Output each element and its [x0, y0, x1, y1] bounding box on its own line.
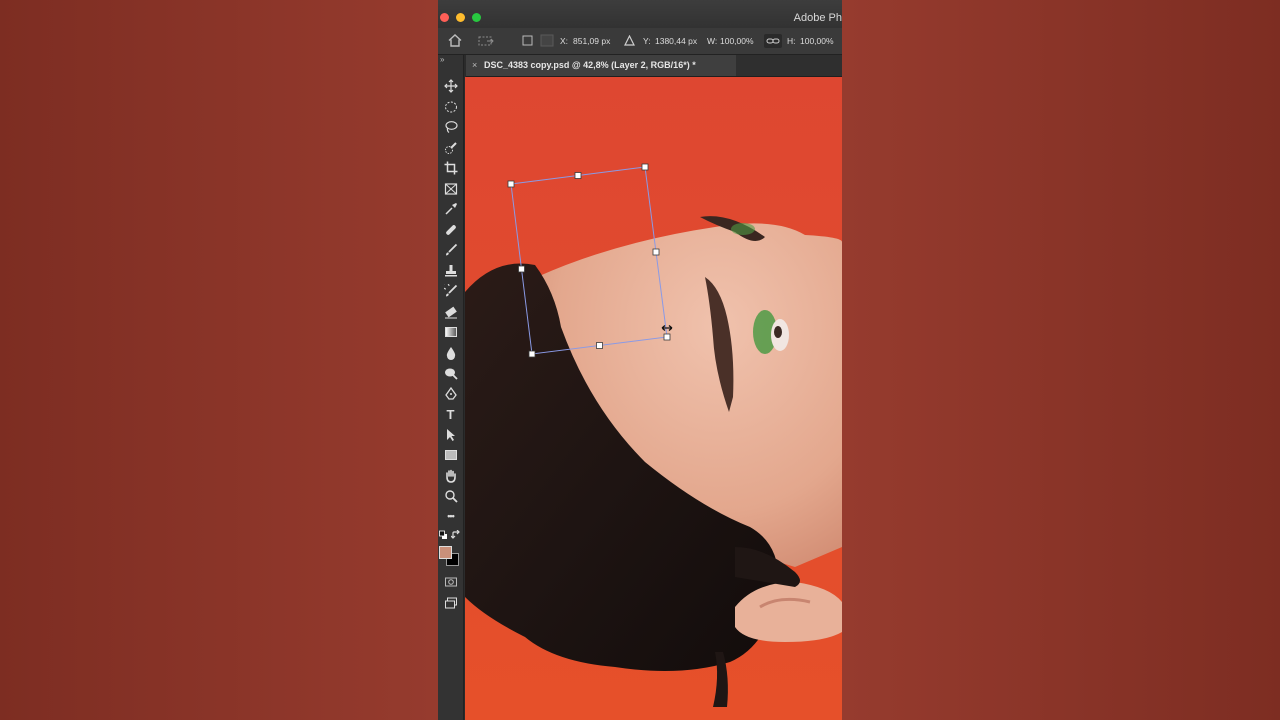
- transform-handle-right[interactable]: [652, 248, 660, 256]
- y-label: Y:: [643, 36, 651, 46]
- height-field[interactable]: 100,00%: [800, 28, 834, 54]
- path-selection-icon[interactable]: [442, 426, 459, 443]
- upper-eyeshadow: [731, 223, 755, 235]
- rectangle-icon[interactable]: [442, 446, 459, 463]
- quick-selection-icon[interactable]: [442, 139, 459, 156]
- screen-mode-icon[interactable]: [442, 594, 459, 611]
- photoshop-window: Adobe Ph X: 851,09 px Y: 1380,44 px W: 1…: [438, 0, 842, 720]
- reference-point-checkbox[interactable]: [522, 35, 533, 46]
- hand-icon[interactable]: [442, 467, 459, 484]
- foreground-color-swatch[interactable]: [439, 546, 452, 559]
- eyedropper-icon[interactable]: [442, 200, 459, 217]
- home-icon[interactable]: [448, 34, 462, 47]
- title-bar: Adobe Ph: [438, 0, 842, 28]
- document-tab-bar: × DSC_4383 copy.psd @ 42,8% (Layer 2, RG…: [466, 55, 842, 77]
- transform-handle-top-left[interactable]: [507, 180, 515, 188]
- transform-tool-icon[interactable]: [478, 35, 494, 47]
- transform-handle-left[interactable]: [518, 265, 525, 273]
- toolbar-grip[interactable]: »: [440, 55, 444, 64]
- blur-icon[interactable]: [442, 344, 459, 361]
- frame-icon[interactable]: [442, 180, 459, 197]
- move-icon[interactable]: [442, 77, 459, 94]
- document-canvas[interactable]: [465, 77, 842, 720]
- relative-position-delta-icon[interactable]: [624, 35, 635, 46]
- x-position-field[interactable]: 851,09 px: [573, 28, 610, 54]
- lasso-icon[interactable]: [442, 118, 459, 135]
- crop-icon[interactable]: [442, 159, 459, 176]
- type-icon[interactable]: T: [442, 406, 459, 423]
- swap-colors-icon[interactable]: [451, 530, 461, 540]
- pen-icon[interactable]: [442, 385, 459, 402]
- zoom-window-button[interactable]: [472, 13, 481, 22]
- transform-handle-bottom-right[interactable]: [663, 333, 671, 341]
- edit-toolbar-icon[interactable]: •••: [442, 508, 459, 525]
- app-title: Adobe Ph: [793, 12, 842, 24]
- close-window-button[interactable]: [440, 13, 449, 22]
- tools-panel: » T •••: [438, 55, 464, 720]
- options-bar: X: 851,09 px Y: 1380,44 px W: 100,00% H:…: [438, 28, 842, 55]
- brush-icon[interactable]: [442, 241, 459, 258]
- history-brush-icon[interactable]: [442, 282, 459, 299]
- link-aspect-ratio-icon[interactable]: [764, 34, 782, 48]
- transform-handle-top[interactable]: [574, 172, 582, 179]
- healing-brush-icon[interactable]: [442, 221, 459, 238]
- transform-handle-bottom[interactable]: [596, 342, 603, 349]
- zoom-icon[interactable]: [442, 487, 459, 504]
- reference-point-locator-icon[interactable]: [540, 34, 554, 47]
- photo-canvas[interactable]: [465, 77, 842, 720]
- eye-pupil: [774, 326, 782, 338]
- eraser-icon[interactable]: [442, 303, 459, 320]
- w-label: W:: [707, 36, 718, 46]
- gradient-icon[interactable]: [442, 323, 459, 340]
- close-tab-icon[interactable]: ×: [472, 55, 477, 76]
- transform-handle-bottom-left[interactable]: [528, 350, 536, 358]
- width-field[interactable]: 100,00%: [720, 28, 754, 54]
- h-label: H:: [787, 36, 796, 46]
- elliptical-marquee-icon[interactable]: [442, 98, 459, 115]
- minimize-window-button[interactable]: [456, 13, 465, 22]
- dodge-icon[interactable]: [442, 364, 459, 381]
- document-tab-title: DSC_4383 copy.psd @ 42,8% (Layer 2, RGB/…: [484, 60, 696, 70]
- x-label: X:: [560, 36, 569, 46]
- clone-stamp-icon[interactable]: [442, 262, 459, 279]
- default-colors-icon[interactable]: [439, 530, 448, 540]
- quick-mask-icon[interactable]: [442, 573, 459, 590]
- document-tab[interactable]: × DSC_4383 copy.psd @ 42,8% (Layer 2, RG…: [466, 55, 736, 76]
- transform-handle-top-right[interactable]: [641, 163, 649, 171]
- y-position-field[interactable]: 1380,44 px: [655, 28, 697, 54]
